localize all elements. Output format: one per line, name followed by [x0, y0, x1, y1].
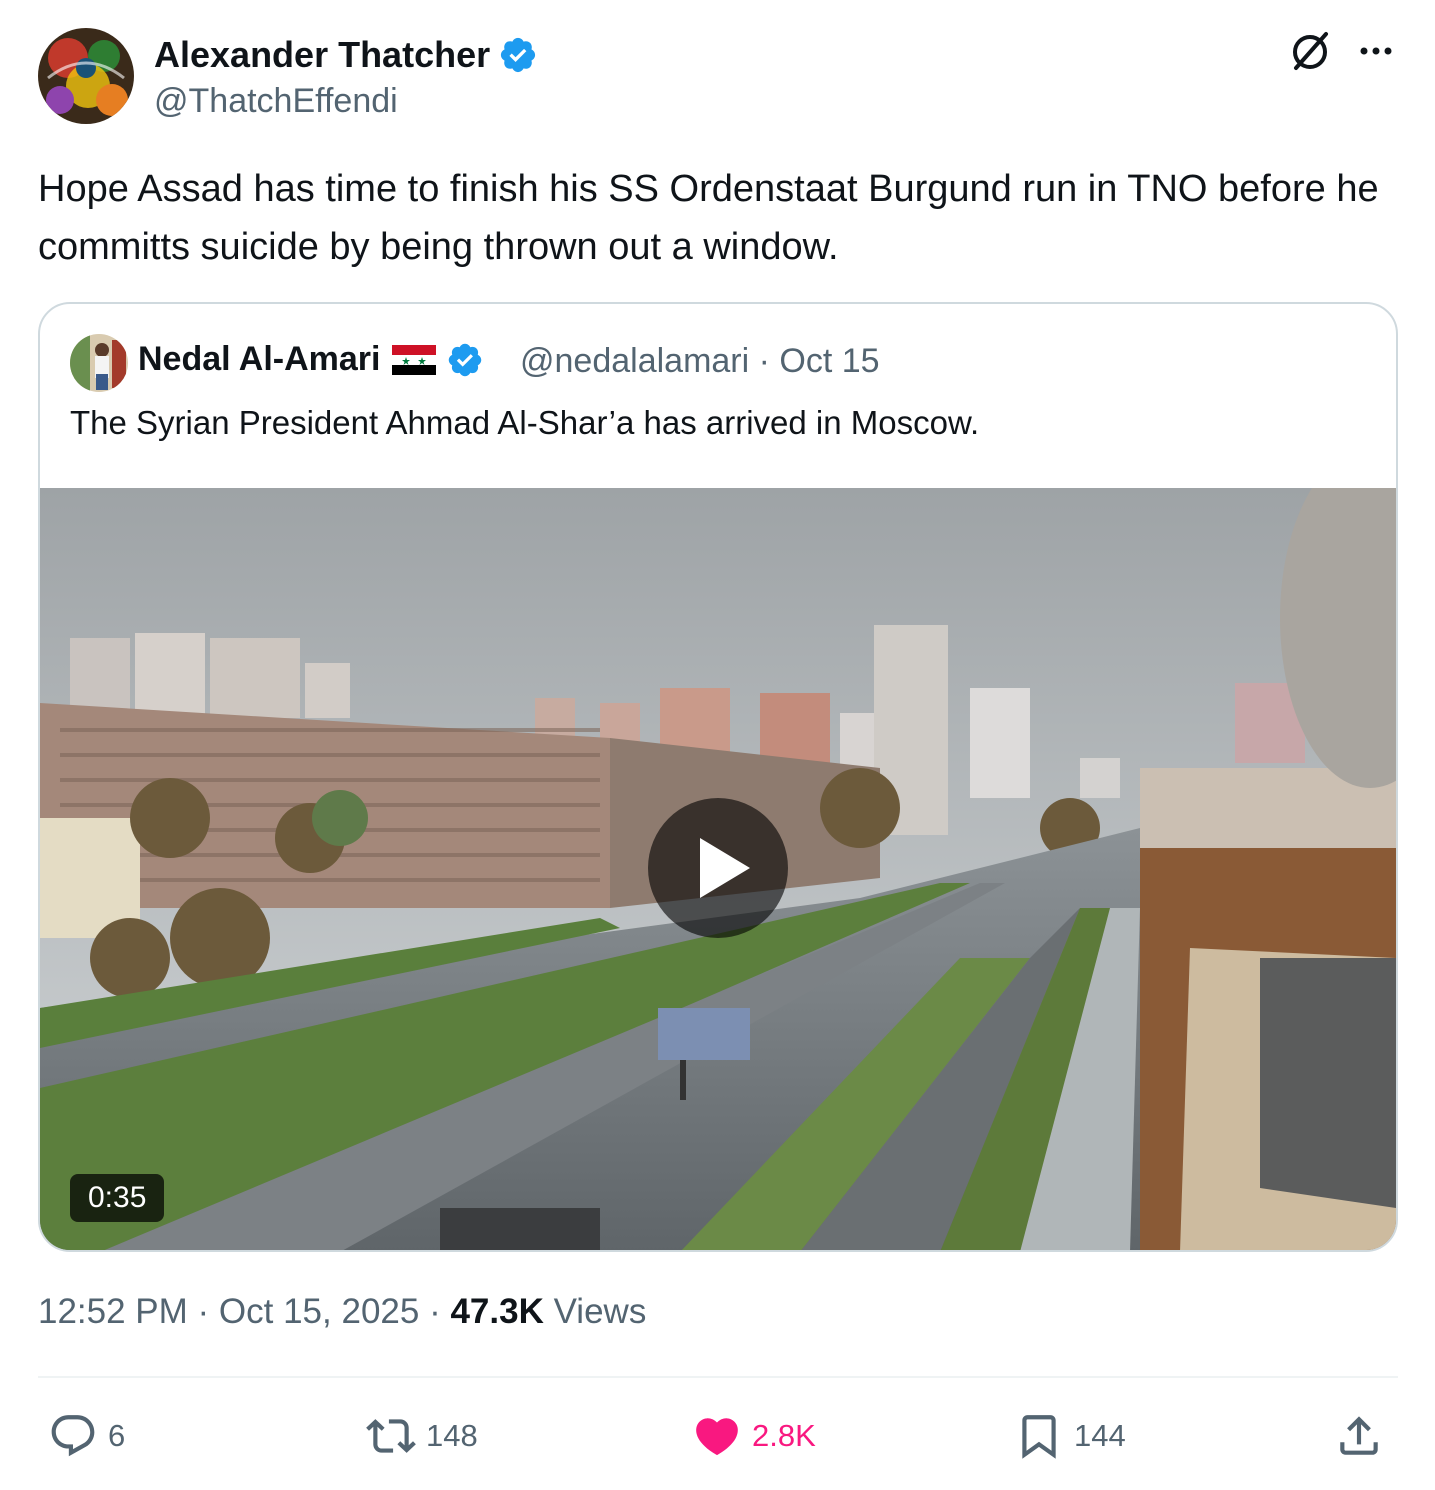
- meta-separator: ·: [419, 1292, 451, 1331]
- tweet-text: Hope Assad has time to finish his SS Ord…: [38, 168, 1379, 268]
- tweet-timestamp: 12:52 PM · Oct 15, 2025 · 47.3K Views: [38, 1292, 646, 1332]
- divider: [38, 1376, 1398, 1378]
- like-icon: [696, 1418, 738, 1456]
- video-duration: 0:35: [70, 1174, 165, 1222]
- tweet-time[interactable]: 12:52 PM: [38, 1292, 188, 1331]
- grok-icon[interactable]: [1288, 30, 1332, 74]
- author-handle[interactable]: @ThatchEffendi: [154, 82, 398, 121]
- quoted-meta: @nedalalamari · Oct 15: [520, 342, 880, 381]
- reply-button[interactable]: 6: [48, 1400, 125, 1472]
- bookmark-icon: [1022, 1415, 1056, 1459]
- action-bar: 6 148 2.8K 144: [38, 1400, 1398, 1472]
- quoted-date[interactable]: Oct 15: [779, 342, 879, 380]
- retweet-icon: [366, 1419, 416, 1453]
- quoted-meta-separator: ·: [749, 342, 780, 380]
- author-name[interactable]: Alexander Thatcher: [154, 34, 538, 76]
- author-avatar[interactable]: [38, 28, 134, 124]
- tweet-date[interactable]: Oct 15, 2025: [219, 1292, 419, 1331]
- reply-icon: [51, 1415, 95, 1457]
- quoted-author-avatar[interactable]: [70, 334, 128, 392]
- bookmark-button[interactable]: 144: [1014, 1400, 1126, 1472]
- share-button[interactable]: [1334, 1400, 1384, 1472]
- quoted-handle[interactable]: @nedalalamari: [520, 342, 749, 380]
- verified-badge-icon: [449, 343, 482, 376]
- verified-badge-icon: [501, 37, 536, 73]
- quoted-author-name-text[interactable]: Nedal Al-Amari: [138, 340, 380, 379]
- meta-separator: ·: [187, 1292, 219, 1331]
- quoted-author-name[interactable]: Nedal Al-Amari: [138, 340, 484, 379]
- quoted-text: The Syrian President Ahmad Al-Shar’a has…: [70, 404, 980, 441]
- quoted-tweet[interactable]: Nedal Al-Amari @nedalalamari · Oct 15 Th…: [38, 302, 1398, 1252]
- retweet-count: 148: [426, 1418, 478, 1453]
- like-count: 2.8K: [752, 1418, 816, 1453]
- syria-flag-icon: [392, 344, 437, 375]
- retweet-button[interactable]: 148: [366, 1400, 478, 1472]
- views-count: 47.3K: [450, 1292, 544, 1331]
- share-icon: [1340, 1416, 1378, 1455]
- reply-count: 6: [108, 1418, 126, 1453]
- play-icon[interactable]: [648, 798, 788, 938]
- author-name-text[interactable]: Alexander Thatcher: [154, 34, 490, 76]
- tweet-header: Alexander Thatcher @ThatchEffendi: [38, 28, 1398, 128]
- more-icon[interactable]: [1356, 36, 1396, 66]
- views-label: Views: [543, 1292, 647, 1331]
- like-button[interactable]: 2.8K: [692, 1400, 816, 1472]
- bookmark-count: 144: [1074, 1418, 1126, 1453]
- video-player[interactable]: 0:35: [40, 488, 1396, 1250]
